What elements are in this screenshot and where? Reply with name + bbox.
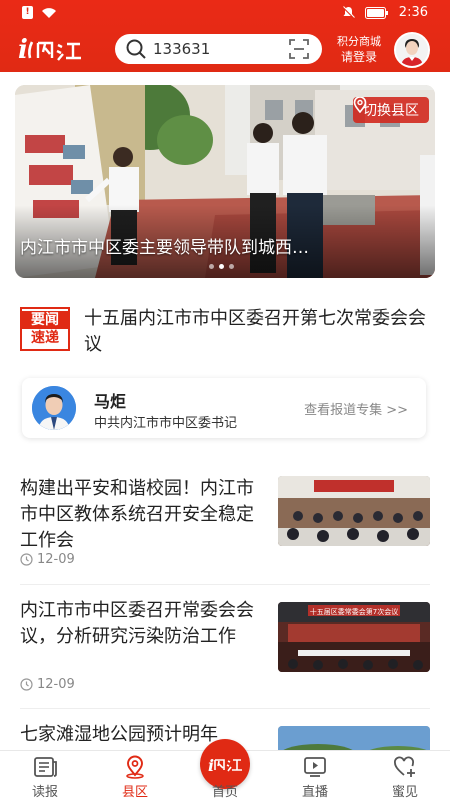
- news-thumbnail-image: [278, 476, 430, 546]
- user-avatar-icon: [396, 34, 428, 66]
- thumb-caption: 十五届区委常委会第7次会议: [310, 607, 398, 616]
- battery-icon: [364, 6, 388, 19]
- status-time: 2:36: [398, 5, 428, 20]
- news-thumbnail: 十五届区委常委会第7次会议: [278, 602, 430, 672]
- points-mall-link[interactable]: 积分商城 请登录: [330, 35, 388, 65]
- bottom-nav: 读报 县区 i 首页 直播 蜜见: [0, 739, 450, 800]
- banner-title[interactable]: 内江市市中区委主要领导带队到城西…: [20, 233, 410, 258]
- news-date-text: 12-09: [37, 552, 75, 567]
- app-screen: ! 2:36 i 133631 积分商城 请登录 切换县区 内江市市中区委主要领…: [0, 0, 450, 800]
- status-bar: ! 2:36: [0, 0, 450, 26]
- scan-icon[interactable]: [288, 38, 310, 60]
- flash-news-badge: 要闻 速递: [20, 307, 70, 351]
- heart-plus-icon: [394, 756, 415, 777]
- carousel-dot[interactable]: [229, 264, 234, 269]
- news-item[interactable]: 内江市市中区委召开常委会会议，分析研究污染防治工作 12-09 十五届区委常委会…: [20, 598, 432, 692]
- app-logo: i: [18, 36, 81, 62]
- points-mall-label: 积分商城: [337, 35, 381, 48]
- news-date-text: 12-09: [37, 677, 75, 692]
- news-thumbnail: [278, 476, 430, 546]
- news-item[interactable]: 构建出平安和谐校园！内江市市中区教体系统召开安全稳定工作会 12-09: [20, 476, 432, 567]
- news-title: 内江市市中区委召开常委会会议，分析研究污染防治工作: [20, 600, 254, 647]
- flash-badge-line1: 要闻: [22, 311, 68, 329]
- wifi-icon: [42, 7, 56, 18]
- svg-text:i: i: [18, 36, 28, 62]
- divider: [20, 584, 430, 585]
- flash-headline[interactable]: 十五届内江市市中区委召开第七次常委会会议: [84, 306, 434, 358]
- tab-label: 县区: [121, 785, 148, 800]
- login-label[interactable]: 请登录: [330, 49, 388, 65]
- clock-icon: [20, 553, 33, 566]
- search-icon: [126, 39, 146, 59]
- live-tv-icon: [304, 757, 326, 777]
- leader-name: 马炬: [94, 392, 127, 411]
- tab-miijian[interactable]: 蜜见: [375, 755, 435, 800]
- tab-county[interactable]: 县区: [105, 755, 165, 800]
- tab-live[interactable]: 直播: [285, 755, 345, 800]
- leader-title: 中共内江市市中区委书记: [94, 416, 238, 431]
- sim-alert-icon: !: [22, 6, 33, 19]
- search-input[interactable]: 133631: [153, 40, 288, 58]
- search-bar[interactable]: 133631: [115, 34, 322, 64]
- news-date: 12-09: [20, 677, 75, 692]
- view-reports-link[interactable]: 查看报道专集 >>: [304, 399, 408, 418]
- carousel-dots: [209, 264, 234, 269]
- user-avatar[interactable]: [394, 32, 430, 68]
- flash-badge-line2: 速递: [31, 330, 59, 346]
- tab-label: 蜜见: [391, 785, 418, 800]
- newspaper-icon: [34, 757, 57, 777]
- svg-text:i: i: [208, 756, 214, 775]
- carousel-dot[interactable]: [209, 264, 214, 269]
- location-icon: [353, 97, 367, 113]
- location-pin-icon: [126, 755, 144, 779]
- mute-bell-icon: [342, 6, 355, 19]
- top-header: ! 2:36 i 133631 积分商城 请登录: [0, 0, 450, 72]
- switch-county-label: 切换县区: [363, 103, 419, 119]
- leader-photo: [32, 386, 76, 430]
- news-thumbnail-image: 十五届区委常委会第7次会议: [278, 602, 430, 672]
- switch-county-button[interactable]: 切换县区: [353, 97, 429, 123]
- tab-label: 读报: [31, 785, 58, 800]
- tab-home[interactable]: 首页: [195, 781, 255, 800]
- news-title: 构建出平安和谐校园！内江市市中区教体系统召开安全稳定工作会: [20, 478, 254, 551]
- news-date: 12-09: [20, 552, 75, 567]
- leader-card[interactable]: 马炬 中共内江市市中区委书记 查看报道专集 >>: [22, 378, 426, 438]
- divider: [20, 708, 430, 709]
- tab-label: 直播: [301, 785, 328, 800]
- leader-avatar: [32, 386, 76, 430]
- tab-read-paper[interactable]: 读报: [15, 755, 75, 800]
- tab-label: 首页: [211, 785, 238, 800]
- clock-icon: [20, 678, 33, 691]
- carousel-dot-active[interactable]: [219, 264, 224, 269]
